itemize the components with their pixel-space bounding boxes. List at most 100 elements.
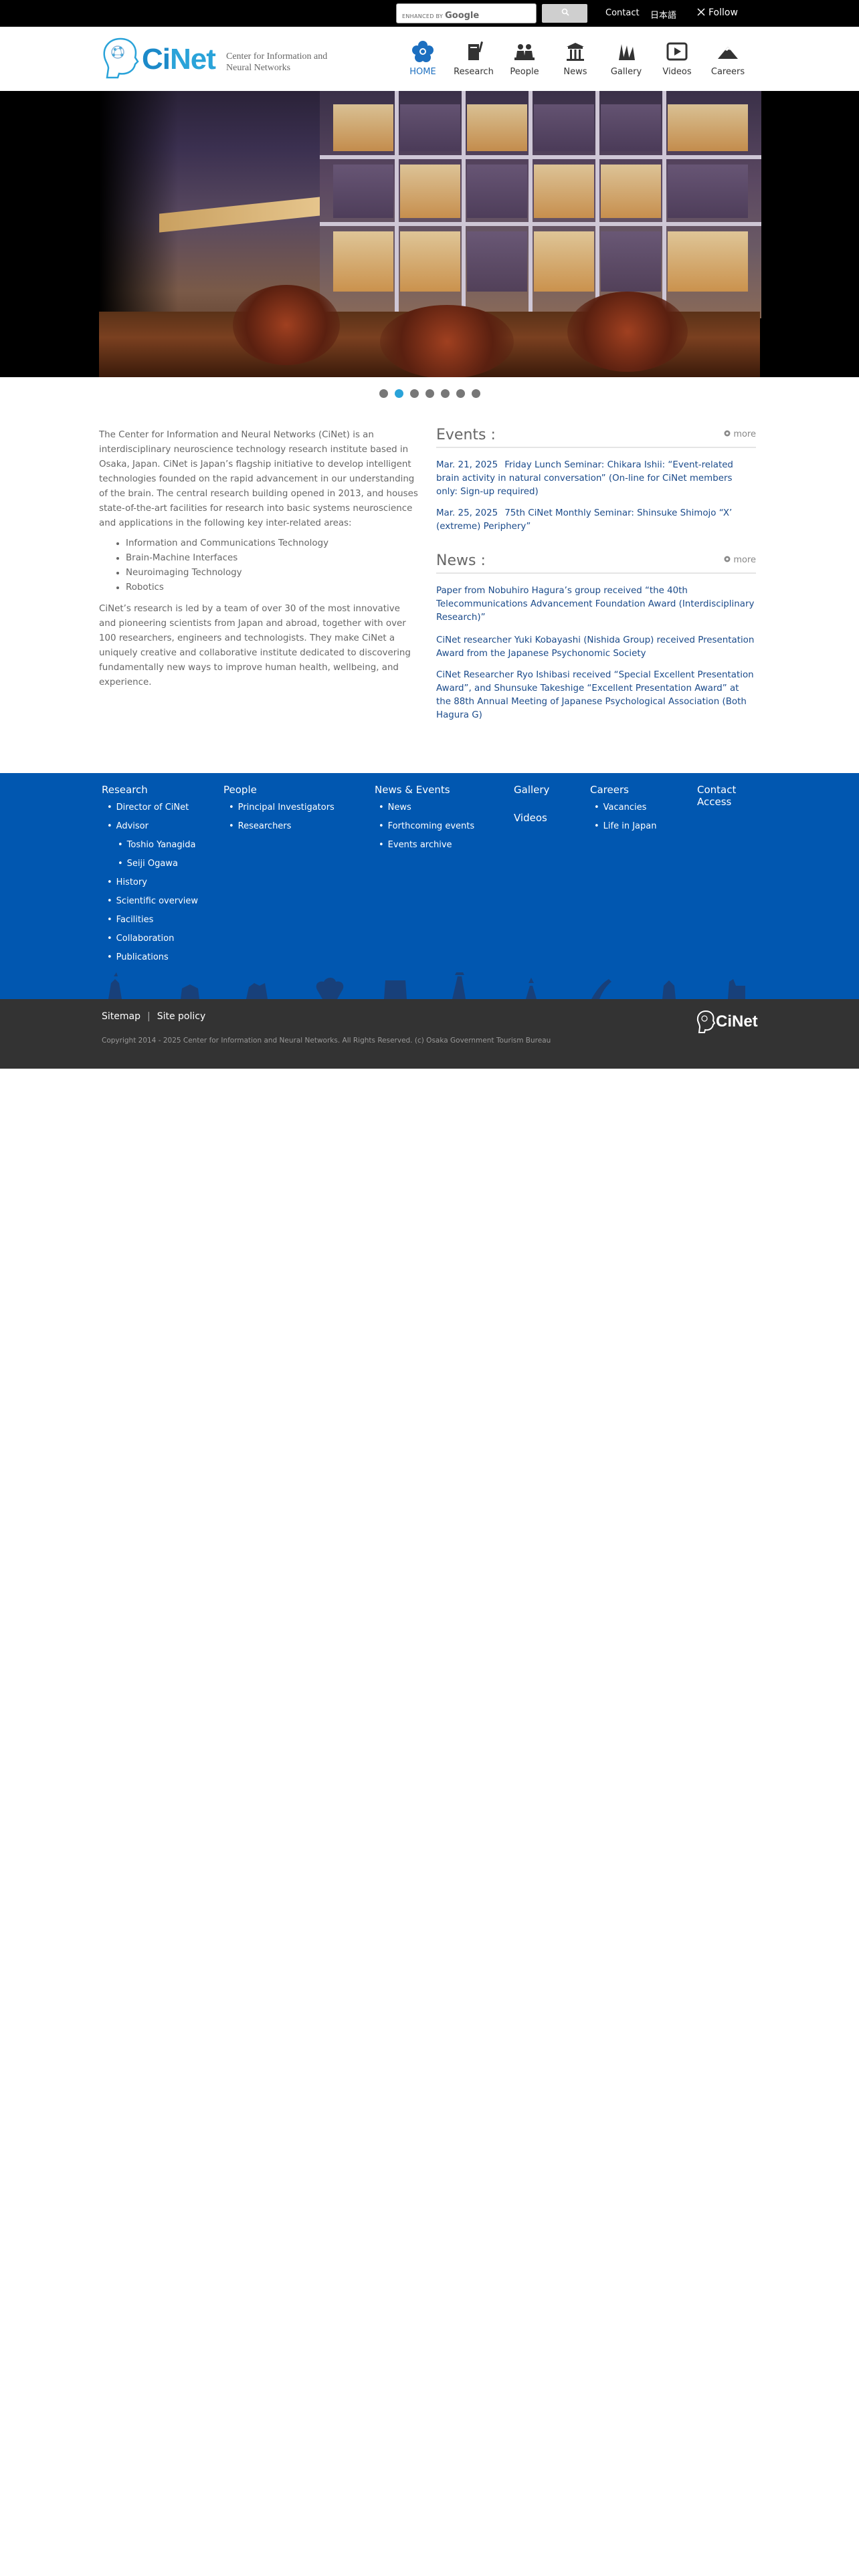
event-item[interactable]: Mar. 21, 2025 Friday Lunch Seminar: Chika…	[436, 459, 756, 499]
event-item[interactable]: Mar. 25, 2025 75th CiNet Monthly Seminar:…	[436, 507, 756, 534]
play-icon	[666, 42, 688, 61]
news-item[interactable]: CiNet researcher Yuki Kobayashi (Nishida…	[436, 634, 756, 661]
footer-link[interactable]: Publications	[107, 952, 169, 962]
nav-home[interactable]: HOME	[397, 37, 448, 88]
footer-link[interactable]: Events archive	[379, 840, 452, 850]
news-item[interactable]: Paper from Nobuhiro Hagura’s group recei…	[436, 584, 756, 625]
google-search-brand: ENHANCED BY Google	[402, 11, 480, 21]
footer-logo-text: CiNet	[716, 1012, 758, 1031]
top-bar: ENHANCED BY Google Contact 日本語 Follow	[0, 0, 859, 27]
footer-link[interactable]: Facilities	[107, 915, 154, 925]
osaka-landmarks-silhouette-icon	[108, 972, 745, 999]
nav-people[interactable]: People	[499, 37, 550, 88]
key-areas-list: Information and Communications Technolog…	[126, 536, 419, 595]
contact-link[interactable]: Contact	[605, 8, 640, 18]
footer-link[interactable]: News	[379, 802, 411, 813]
footer-link[interactable]: Vacancies	[594, 802, 647, 813]
event-date: Mar. 25, 2025	[436, 508, 498, 518]
gear-icon	[724, 556, 731, 562]
news-title: News :	[436, 552, 486, 569]
research-book-icon	[468, 41, 484, 60]
mountain-icon	[718, 47, 738, 59]
japanese-link[interactable]: 日本語	[650, 8, 676, 21]
footer-link[interactable]: Life in Japan	[594, 821, 657, 831]
nav-people-label: People	[510, 67, 539, 77]
hero-image-building	[99, 91, 761, 377]
footer-people-heading[interactable]: People	[223, 784, 257, 796]
slider-dot[interactable]	[379, 389, 388, 398]
nav-gallery-label: Gallery	[610, 67, 642, 77]
hero-slider[interactable]	[0, 91, 859, 377]
footer-link[interactable]: Collaboration	[107, 934, 175, 944]
events-more-link[interactable]: more	[723, 429, 756, 439]
footer-research-heading[interactable]: Research	[102, 784, 148, 796]
footer-videos-heading[interactable]: Videos	[514, 812, 547, 824]
logo-subtitle: Center for Information and Neural Networ…	[226, 51, 328, 73]
search-button[interactable]	[542, 4, 587, 23]
footer-links: Sitemap | Site policy	[102, 1011, 205, 1022]
cinet-logo-mark-icon[interactable]	[100, 35, 142, 83]
footer-link[interactable]: Director of CiNet	[107, 802, 189, 813]
nav-videos[interactable]: Videos	[652, 37, 702, 88]
slider-dots	[0, 387, 859, 398]
news-icon	[567, 43, 584, 61]
news-more-link[interactable]: more	[723, 555, 756, 565]
site-header: CiNet Center for Information and Neural …	[0, 27, 859, 91]
slider-dot-active[interactable]	[394, 389, 403, 398]
footer-link[interactable]: Advisor	[107, 821, 149, 831]
gallery-icon	[619, 44, 635, 60]
footer-bar: Sitemap | Site policy Copyright 2014 - 202…	[0, 999, 859, 1069]
follow-label: Follow	[708, 7, 738, 18]
cinet-logo-mark-icon	[696, 1010, 716, 1033]
footer-gallery-heading[interactable]: Gallery	[514, 784, 549, 796]
list-item: Neuroimaging Technology	[126, 566, 419, 580]
slider-dot[interactable]	[440, 389, 450, 398]
footer-link[interactable]: Forthcoming events	[379, 821, 474, 831]
list-item: Information and Communications Technolog…	[126, 536, 419, 551]
x-logo-icon	[697, 8, 705, 16]
footer-link[interactable]: Researchers	[229, 821, 292, 831]
footer-link[interactable]: Seiji Ogawa	[118, 859, 178, 869]
footer-cinet-logo[interactable]: CiNet	[696, 1008, 759, 1035]
nav-research[interactable]: Research	[448, 37, 499, 88]
slider-dot[interactable]	[456, 389, 465, 398]
nav-news[interactable]: News	[550, 37, 601, 88]
footer-link[interactable]: Toshio Yanagida	[118, 840, 196, 850]
list-item: Brain-Machine Interfaces	[126, 551, 419, 566]
x-follow-button[interactable]: Follow	[697, 7, 738, 18]
link-separator: |	[147, 1011, 151, 1022]
footer-news-heading[interactable]: News & Events	[375, 784, 450, 796]
search-input[interactable]: ENHANCED BY Google	[396, 3, 537, 23]
nav-home-label: HOME	[409, 67, 436, 77]
news-header: News : more	[436, 551, 756, 574]
footer-link[interactable]: History	[107, 877, 147, 887]
intro-text: The Center for Information and Neural Ne…	[99, 428, 419, 695]
slider-dot[interactable]	[425, 389, 434, 398]
intro-paragraph-2: CiNet’s research is led by a team of ove…	[99, 604, 411, 687]
cinet-logo-text[interactable]: CiNet	[142, 43, 216, 76]
sitemap-link[interactable]: Sitemap	[102, 1011, 140, 1022]
footer-link[interactable]: Principal Investigators	[229, 802, 335, 813]
home-flower-icon	[412, 41, 434, 62]
search-icon	[561, 8, 569, 18]
slider-dot[interactable]	[409, 389, 419, 398]
nav-careers[interactable]: Careers	[702, 37, 753, 88]
news-item[interactable]: CiNet Researcher Ryo Ishibasi received “…	[436, 669, 756, 722]
slider-dot[interactable]	[471, 389, 480, 398]
events-title: Events :	[436, 427, 496, 443]
list-item: Robotics	[126, 580, 419, 595]
site-policy-link[interactable]: Site policy	[157, 1011, 206, 1022]
events-header: Events : more	[436, 425, 756, 448]
intro-paragraph-1: The Center for Information and Neural Ne…	[99, 430, 418, 528]
nav-news-label: News	[563, 67, 587, 77]
footer-link[interactable]: Scientific overview	[107, 896, 198, 906]
footer-careers-heading[interactable]: Careers	[590, 784, 629, 796]
people-icon	[514, 44, 535, 60]
event-date: Mar. 21, 2025	[436, 460, 498, 470]
nav-careers-label: Careers	[710, 67, 745, 77]
nav-gallery[interactable]: Gallery	[601, 37, 652, 88]
nav-videos-label: Videos	[662, 67, 692, 77]
footer-contact-heading[interactable]: Contact Access	[697, 784, 736, 808]
copyright-text: Copyright 2014 - 2025 Center for Informa…	[102, 1037, 551, 1045]
gear-icon	[724, 430, 731, 437]
